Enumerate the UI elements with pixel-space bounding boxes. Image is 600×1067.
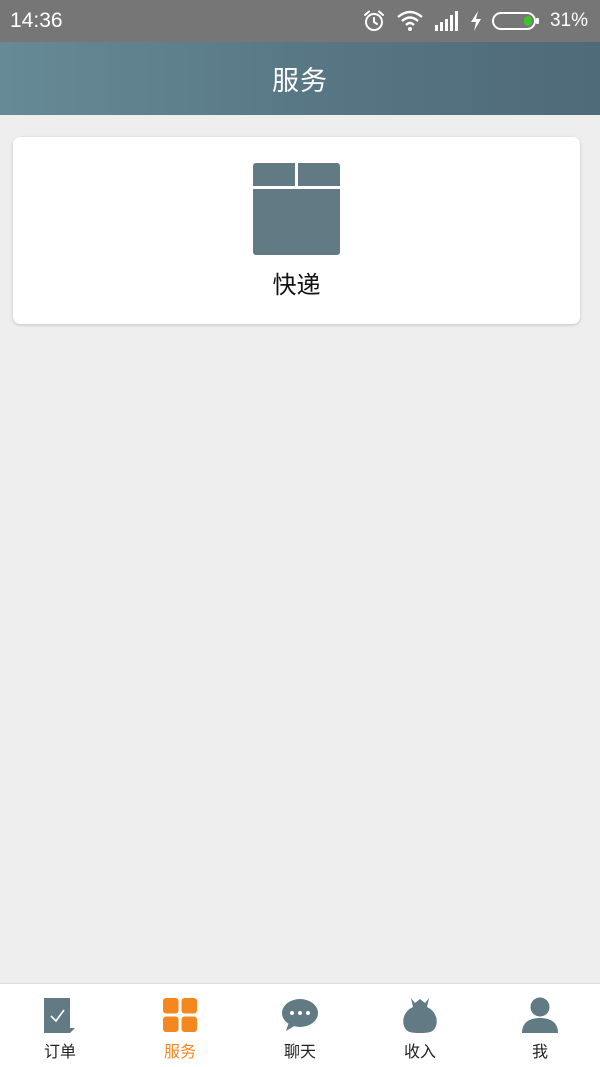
tab-label: 收入	[403, 1042, 436, 1061]
tab-orders[interactable]: 订单	[0, 984, 120, 1067]
services-grid-icon	[163, 998, 197, 1032]
wifi-icon	[397, 10, 423, 31]
page-title: 服务	[272, 66, 328, 97]
tab-income[interactable]: 收入	[360, 984, 480, 1067]
person-icon	[522, 997, 558, 1033]
tab-services[interactable]: 服务	[120, 984, 240, 1067]
order-icon	[44, 998, 75, 1033]
charging-icon	[470, 11, 481, 31]
parcel-box-icon	[253, 163, 340, 255]
chat-icon	[282, 999, 318, 1031]
tab-label: 聊天	[283, 1042, 316, 1061]
tab-label: 订单	[43, 1042, 76, 1061]
status-bar: 14:36 31%	[0, 0, 600, 42]
status-time: 14:36	[10, 9, 63, 32]
bottom-tab-bar: 订单 服务 聊天 收入 我	[0, 983, 600, 1067]
tab-me[interactable]: 我	[480, 984, 600, 1067]
app-header: 服务	[0, 42, 600, 115]
signal-icon	[434, 11, 458, 31]
battery-icon	[491, 12, 539, 30]
alarm-icon	[363, 10, 384, 31]
tab-chat[interactable]: 聊天	[240, 984, 360, 1067]
service-label: 快递	[272, 271, 321, 299]
money-bag-icon	[403, 998, 437, 1033]
tab-label: 我	[531, 1042, 548, 1061]
battery-percent: 31%	[549, 10, 588, 31]
service-card-express[interactable]: 快递	[13, 137, 580, 324]
status-icons: 31%	[362, 9, 588, 33]
tab-label: 服务	[163, 1042, 196, 1061]
